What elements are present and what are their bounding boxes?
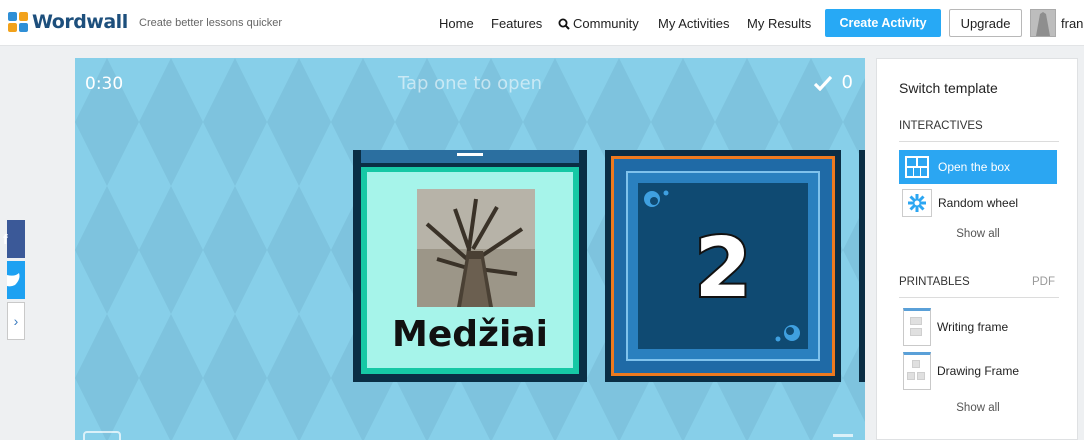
closed-box-card[interactable]: 2 bbox=[605, 150, 841, 382]
chevron-right-icon: › bbox=[13, 313, 19, 329]
opened-box-card[interactable]: Medžiai bbox=[353, 150, 587, 382]
open-box-icon bbox=[902, 153, 932, 181]
wordwall-logo[interactable]: Wordwall bbox=[8, 11, 128, 33]
writing-frame-icon bbox=[903, 308, 931, 346]
printables-heading: PRINTABLES bbox=[899, 276, 970, 288]
avatar-image-icon bbox=[1031, 10, 1055, 36]
facebook-icon: f bbox=[3, 231, 8, 247]
avatar[interactable] bbox=[1030, 9, 1056, 37]
game-score: 0 bbox=[813, 72, 853, 93]
pdf-label: PDF bbox=[1032, 276, 1055, 288]
checkmark-icon bbox=[813, 75, 832, 91]
game-control-button[interactable] bbox=[83, 431, 121, 440]
upgrade-button[interactable]: Upgrade bbox=[949, 9, 1022, 37]
divider bbox=[899, 297, 1059, 298]
create-activity-button[interactable]: Create Activity bbox=[825, 9, 941, 37]
switch-template-panel: Switch template INTERACTIVES Open the bo… bbox=[876, 58, 1078, 440]
template-label: Random wheel bbox=[938, 196, 1019, 210]
swirl-ornament-icon bbox=[775, 325, 800, 342]
template-open-the-box[interactable]: Open the box bbox=[899, 150, 1057, 184]
fullscreen-icon[interactable] bbox=[833, 434, 853, 440]
nav-my-activities[interactable]: My Activities bbox=[658, 16, 730, 31]
template-label: Open the box bbox=[938, 160, 1011, 174]
game-canvas[interactable]: 0:30 Tap one to open 0 Medžiai 2 bbox=[75, 58, 865, 440]
twitter-icon bbox=[7, 273, 20, 287]
score-value: 0 bbox=[841, 72, 853, 93]
search-icon bbox=[558, 18, 570, 30]
user-name[interactable]: fran bbox=[1061, 16, 1083, 31]
tree-photo bbox=[417, 189, 535, 307]
template-random-wheel[interactable]: Random wheel bbox=[899, 186, 1057, 220]
drawing-frame-icon bbox=[903, 352, 931, 390]
facebook-share-button[interactable]: f bbox=[3, 220, 25, 258]
interactives-show-all-link[interactable]: Show all bbox=[899, 228, 1057, 240]
tagline: Create better lessons quicker bbox=[139, 17, 283, 29]
card-word: Medžiai bbox=[392, 314, 548, 355]
nav-community[interactable]: Community bbox=[558, 16, 639, 31]
interactives-heading: INTERACTIVES bbox=[899, 120, 983, 132]
nav-features[interactable]: Features bbox=[491, 16, 542, 31]
swirl-ornament-icon bbox=[644, 190, 669, 207]
divider bbox=[899, 141, 1059, 142]
random-wheel-icon bbox=[902, 189, 932, 217]
share-expand-button[interactable]: › bbox=[7, 302, 25, 340]
top-navbar: Wordwall Create better lessons quicker H… bbox=[0, 0, 1084, 46]
twitter-share-button[interactable] bbox=[7, 261, 25, 299]
nav-community-label: Community bbox=[573, 16, 639, 31]
box-lid bbox=[361, 150, 579, 167]
wordwall-logo-icon bbox=[8, 12, 28, 32]
printable-drawing-frame[interactable]: Drawing Frame bbox=[899, 351, 1057, 391]
game-instruction: Tap one to open bbox=[397, 73, 543, 94]
nav-my-results[interactable]: My Results bbox=[747, 16, 811, 31]
panel-title: Switch template bbox=[899, 80, 998, 96]
printable-label: Writing frame bbox=[937, 320, 1009, 334]
box-number: 2 bbox=[692, 219, 753, 318]
next-box-card[interactable] bbox=[859, 150, 865, 382]
nav-home[interactable]: Home bbox=[439, 16, 474, 31]
logo-text: Wordwall bbox=[32, 11, 128, 33]
printable-label: Drawing Frame bbox=[937, 364, 1020, 378]
printables-show-all-link[interactable]: Show all bbox=[899, 402, 1057, 414]
printable-writing-frame[interactable]: Writing frame bbox=[899, 307, 1057, 347]
